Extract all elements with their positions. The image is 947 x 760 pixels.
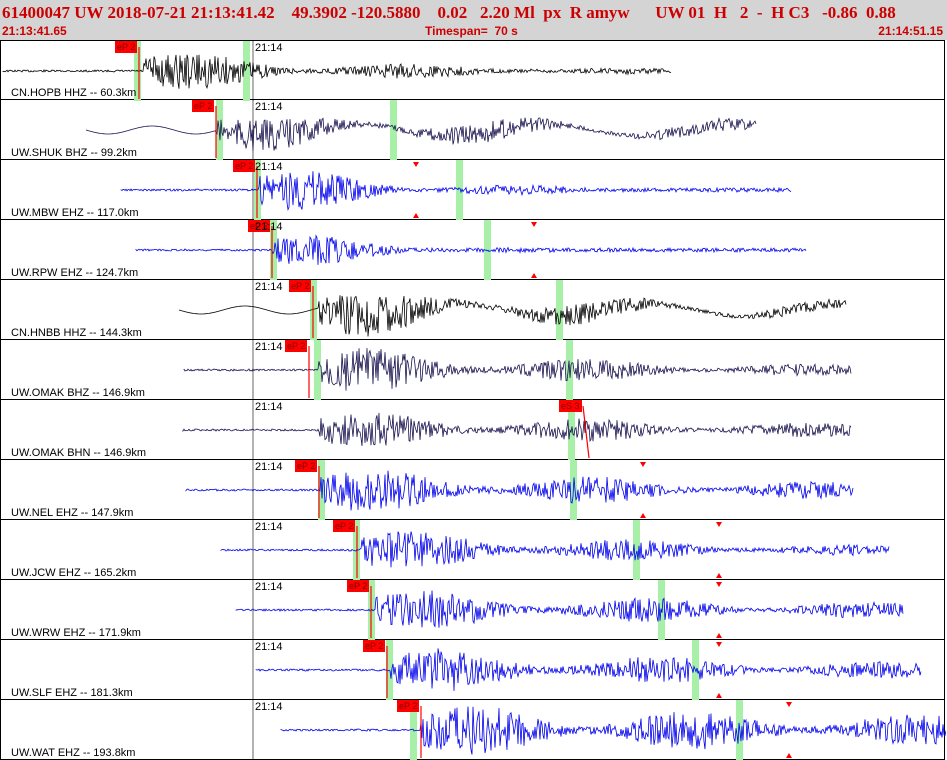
seismogram-panel[interactable]: eS 3 21:14 UW.OMAK BHN -- 146.9km [0,400,945,460]
pick-label[interactable]: eP 2 [295,460,318,472]
waveform-plot [252,640,922,700]
seismogram-panel[interactable]: eP 2 21:14 CN.HNBB HHZ -- 144.3km [0,280,945,340]
arrival-marker-bottom [716,693,722,698]
arrival-marker-top [716,642,722,647]
station-label: CN.HNBB HHZ -- 144.3km [11,327,142,339]
time-tick-label: 21:14 [255,101,283,113]
start-time: 21:13:41.65 [2,24,67,38]
pick-line[interactable] [582,405,590,459]
station-label: UW.OMAK BHN -- 146.9km [11,447,147,459]
waveform-trace [135,234,807,265]
waveform-plot [120,160,792,220]
pick-label[interactable]: eP 2 [285,340,308,352]
waveform-trace [182,412,852,446]
time-tick-label: 21:14 [255,401,283,413]
time-tick-label: 21:14 [255,521,283,533]
arrival-marker-top [413,162,419,167]
waveform-trace [2,54,672,90]
seismogram-panel[interactable]: eP 2 21:14 UW.OMAK BHZ -- 146.9km [0,340,945,400]
waveform-plot [135,220,807,280]
pick-label[interactable]: eP 2 [397,700,420,712]
station-label: UW.JCW EHZ -- 165.2km [11,567,137,579]
waveform-plot [220,520,890,580]
waveform-trace [178,295,847,337]
time-tick-label: 21:14 [255,42,283,54]
pick-label[interactable]: eP 2 [233,160,256,172]
time-tick-label: 21:14 [255,701,283,713]
waveform-trace [85,117,757,151]
end-time: 21:14:51.15 [878,24,943,38]
station-label: UW.SHUK BHZ -- 99.2km [11,147,137,159]
timespan: Timespan= 70 s [425,24,518,38]
seismogram-panel[interactable]: eP 2 21:14 UW.WRW EHZ -- 171.9km [0,580,945,640]
waveform-plot [85,100,757,160]
phase-window-marker [556,280,563,340]
waveform-trace [280,706,946,755]
station-label: CN.HOPB HHZ -- 60.3km [11,87,137,99]
station-label: UW.WRW EHZ -- 171.9km [11,627,141,639]
phase-window-marker [243,41,250,101]
waveform-trace [183,348,852,391]
arrival-marker-top [531,222,537,227]
seismogram-panel[interactable]: eP 2 21:14 UW.SLF EHZ -- 181.3km [0,640,945,700]
seismogram-panel[interactable]: eP 2 21:14 UW.WAT EHZ -- 193.8km [0,700,946,760]
seismogram-panel[interactable]: eP 2 21:14 UW.MBW EHZ -- 117.0km [0,160,945,220]
station-label: UW.SLF EHZ -- 181.3km [11,687,133,699]
station-label: UW.MBW EHZ -- 117.0km [11,207,139,219]
arrival-marker-top [640,462,646,467]
waveform-plot [252,700,946,760]
seismogram-panel[interactable]: eP 2 21:14 UW.JCW EHZ -- 165.2km [0,520,945,580]
pick-label[interactable]: eP 2 [289,280,312,292]
seismogram-panel[interactable]: eP 2 21:14 UW.SHUK BHZ -- 99.2km [0,100,945,160]
station-label: UW.WAT EHZ -- 193.8km [11,747,136,759]
waveform-trace [185,470,854,511]
waveform-plot [178,280,847,340]
event-summary: 61400047 UW 2018-07-21 21:13:41.42 49.39… [2,3,896,22]
waveform-plot [2,41,672,101]
waveform-trace [255,648,922,691]
waveform-plot [235,580,904,640]
time-tick-label: 21:14 [255,641,283,653]
seismogram-panels[interactable]: eP 2 21:14 CN.HOPB HHZ -- 60.3km eP 2 21:14 U… [0,40,947,760]
time-tick-label: 21:14 [255,221,283,233]
waveform-trace [220,531,890,568]
time-tick-label: 21:14 [255,161,283,173]
pick-label[interactable]: eP 2 [115,41,138,53]
seismogram-panel[interactable]: eP 2 21:14 UW.RPW EHZ -- 124.7km [0,220,945,280]
waveform-trace [235,590,904,628]
station-label: UW.NEL EHZ -- 147.9km [11,507,134,519]
arrival-marker-bottom [531,273,537,278]
arrival-marker-bottom [716,633,722,638]
arrival-marker-bottom [413,213,419,218]
station-label: UW.RPW EHZ -- 124.7km [11,267,139,279]
time-tick-label: 21:14 [255,461,283,473]
time-tick-label: 21:14 [255,581,283,593]
title-bar: 61400047 UW 2018-07-21 21:13:41.42 49.39… [0,0,947,40]
arrival-marker-bottom [716,573,722,578]
pick-label[interactable]: eP 2 [333,520,356,532]
arrival-marker-top [716,522,722,527]
pick-label[interactable]: eS 3 [559,400,582,412]
time-tick-label: 21:14 [255,281,283,293]
arrival-marker-bottom [640,513,646,518]
station-label: UW.OMAK BHZ -- 146.9km [11,387,145,399]
arrival-marker-top [716,582,722,587]
seismogram-panel[interactable]: eP 2 21:14 UW.NEL EHZ -- 147.9km [0,460,945,520]
time-tick-label: 21:14 [255,341,283,353]
pick-label[interactable]: eP 2 [347,580,370,592]
waveform-plot [185,460,854,520]
arrival-marker-top [786,702,792,707]
pick-label[interactable]: eP 2 [192,100,215,112]
arrival-marker-bottom [786,753,792,758]
pick-label[interactable]: eP 2 [363,640,386,652]
seismogram-panel[interactable]: eP 2 21:14 CN.HOPB HHZ -- 60.3km [0,40,945,101]
